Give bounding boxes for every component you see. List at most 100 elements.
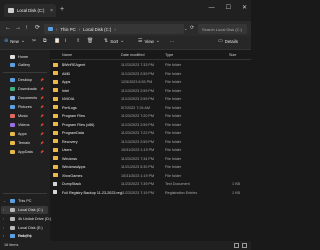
folder-icon: [53, 130, 58, 135]
document-icon: [10, 96, 15, 100]
up-button[interactable]: ↑: [25, 25, 28, 31]
pin-icon: 📌: [40, 132, 44, 136]
table-row[interactable]: Full Registry Backup 11-23-2023.reg 11/23…: [51, 189, 251, 197]
refresh-icon[interactable]: ⟳: [35, 25, 40, 31]
sidebar-item-drive-d[interactable]: › 4k Unilab Drive (D:): [3, 215, 51, 223]
table-row[interactable]: DumpStack 11/23/2023 7:39 PM Text Document…: [51, 180, 251, 188]
table-row[interactable]: Intel 11/13/2023 2:59 PM File folder: [51, 87, 251, 95]
chevron-right-icon[interactable]: ›: [3, 234, 7, 238]
table-row[interactable]: AMD 11/13/2023 2:59 PM File folder: [51, 70, 251, 78]
chevron-right-icon[interactable]: ›: [3, 217, 7, 221]
forward-button[interactable]: →: [15, 25, 21, 31]
view-button[interactable]: ☰ View ⌄: [138, 39, 160, 45]
file-type: File folder: [165, 173, 182, 178]
cut-button[interactable]: ✂: [32, 39, 36, 44]
delete-button[interactable]: 🗑: [87, 39, 93, 44]
tab-close-icon[interactable]: ×: [50, 8, 53, 14]
new-label: New: [10, 39, 19, 44]
sidebar-item-apps[interactable]: Apps: [3, 130, 27, 138]
address-refresh-icon[interactable]: ⟳: [190, 25, 194, 31]
table-row[interactable]: Windows 11/23/2023 7:34 PM File folder: [51, 155, 251, 163]
file-name: Apps: [62, 80, 71, 84]
file-name: Program Files: [62, 114, 85, 118]
details-view-button[interactable]: [234, 243, 239, 248]
paste-button[interactable]: 📋: [54, 39, 60, 44]
sidebar-item-desktop[interactable]: Desktop: [3, 76, 32, 84]
folder-icon: [53, 105, 58, 109]
sidebar-item-local-disk-e[interactable]: › Local Disk (E:): [3, 224, 43, 232]
folder-icon: [10, 150, 15, 154]
column-header-size[interactable]: Size: [229, 53, 236, 57]
table-row[interactable]: PerfLogs 5/7/2022 7:24 AM File folder: [51, 104, 251, 112]
sort-icon: ⇅: [104, 38, 109, 44]
breadcrumb-dropdown-icon[interactable]: ⌄: [184, 26, 187, 31]
rename-button[interactable]: Ꭵ: [65, 39, 66, 44]
sidebar-item-label: Downloads: [18, 87, 37, 91]
file-type: File folder: [165, 63, 182, 67]
sidebar-item-documents[interactable]: Documents: [3, 94, 37, 102]
new-tab-button[interactable]: +: [60, 6, 64, 13]
drive-icon: [10, 217, 15, 221]
minimize-button[interactable]: —: [209, 5, 215, 11]
maximize-button[interactable]: ☐: [226, 5, 231, 11]
sidebar-item-local-disk-c[interactable]: › Local Disk (C:): [1, 206, 48, 214]
table-row[interactable]: ProgramData 11/23/2023 7:22 PM File folder: [51, 129, 251, 137]
share-button[interactable]: ⇪: [76, 39, 80, 44]
sidebar-item-pictures[interactable]: Pictures: [3, 103, 32, 111]
chevron-right-icon[interactable]: ›: [3, 226, 7, 230]
copy-button[interactable]: ⧉: [43, 39, 47, 44]
column-header-type[interactable]: Type: [165, 53, 173, 57]
details-pane-button[interactable]: ▭ Details: [218, 39, 238, 45]
back-button[interactable]: ←: [5, 25, 11, 31]
sidebar-item-home[interactable]: Home: [3, 53, 28, 61]
column-header-date[interactable]: Date modified: [121, 53, 144, 57]
drive-icon: [10, 226, 15, 230]
column-header-name[interactable]: Name: [62, 53, 72, 57]
sidebar-item-music[interactable]: Music: [3, 112, 28, 120]
sidebar-item-temain[interactable]: Temain: [3, 139, 30, 147]
chevron-right-icon[interactable]: ›: [3, 208, 7, 212]
pin-icon: 📌: [40, 150, 44, 154]
file-date: 11/13/2023 2:59 PM: [121, 71, 154, 76]
file-name: Program Files (x86): [62, 122, 95, 127]
sidebar-item-this-pc[interactable]: ⌄ This PC: [3, 197, 32, 205]
sidebar-item-network[interactable]: › Network: [3, 232, 32, 240]
more-options-button[interactable]: ···: [170, 39, 174, 44]
table-row[interactable]: WindowsApps 11/21/2023 5:30 PM File folder: [51, 163, 251, 171]
file-name: $WinREAgent: [62, 63, 86, 67]
file-size: 1 KB: [232, 190, 240, 195]
file-type: Registration Entries: [165, 190, 198, 195]
file-name: XboxGames: [62, 173, 83, 178]
table-row[interactable]: NVIDIA 11/13/2023 2:59 PM File folder: [51, 95, 251, 103]
chevron-down-icon[interactable]: ⌄: [3, 199, 7, 203]
new-button[interactable]: ⊕ New ⌄: [4, 39, 25, 45]
close-window-button[interactable]: ✕: [242, 5, 247, 11]
folder-icon: [53, 147, 58, 152]
breadcrumb-this-pc[interactable]: This PC: [60, 27, 75, 32]
network-icon: [10, 234, 15, 238]
home-icon: [10, 55, 15, 59]
table-row[interactable]: $WinREAgent 11/23/2023 7:33 PM File folder: [51, 61, 251, 69]
table-row[interactable]: Program Files 11/23/2023 7:20 PM File fold…: [51, 112, 251, 120]
breadcrumb-local-disk[interactable]: Local Disk (C:): [83, 27, 111, 32]
file-date: 12/5/2023 6:53 PM: [121, 80, 153, 84]
file-date: 10/31/2023 1:19 PM: [121, 173, 155, 178]
table-row[interactable]: Program Files (x86) 11/13/2023 2:59 PM Fil…: [51, 121, 251, 129]
tiles-view-button[interactable]: [242, 243, 247, 248]
tab-local-disk[interactable]: Local Disk (C:) ×: [4, 4, 56, 17]
sidebar-item-videos[interactable]: Videos: [3, 121, 30, 129]
address-bar: ← → ↑ ⟳ › This PC › Local Disk (C:) › ⌄ …: [0, 21, 251, 36]
table-row[interactable]: Recovery 11/13/2023 2:59 PM File folder: [51, 138, 251, 146]
sidebar-item-label: Desktop: [18, 78, 32, 82]
sidebar-item-appdata[interactable]: AppData: [3, 148, 33, 156]
pin-icon: 📌: [40, 96, 44, 100]
search-input[interactable]: Search Local Disk (C:): [198, 24, 247, 34]
sort-button[interactable]: ⇅ Sort ⌄: [104, 38, 124, 45]
table-row[interactable]: Apps 12/5/2023 6:53 PM File folder: [51, 78, 251, 86]
sidebar-item-downloads[interactable]: Downloads: [3, 85, 37, 93]
folder-icon: [53, 71, 58, 75]
table-row[interactable]: Users 10/31/2023 1:19 PM File folder: [51, 146, 251, 154]
breadcrumb[interactable]: › This PC › Local Disk (C:) ›: [44, 24, 184, 34]
sidebar-item-gallery[interactable]: Gallery: [3, 61, 30, 69]
table-row[interactable]: XboxGames 10/31/2023 1:19 PM File folder: [51, 172, 251, 180]
